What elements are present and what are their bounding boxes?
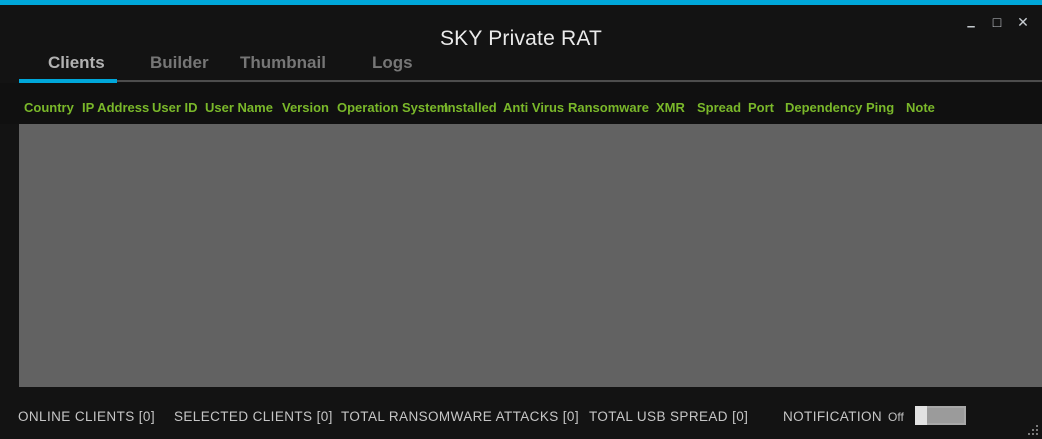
status-selected-clients: SELECTED CLIENTS [0] <box>174 409 333 424</box>
column-header-spread[interactable]: Spread <box>697 100 741 115</box>
tab-logs[interactable]: Logs <box>372 53 413 73</box>
column-header-ping[interactable]: Ping <box>866 100 894 115</box>
title-bar[interactable]: SKY Private RAT – □ ✕ <box>0 5 1042 53</box>
column-header-ip-address[interactable]: IP Address <box>82 100 149 115</box>
tab-strip: Clients Builder Thumbnail Logs <box>0 53 1042 79</box>
status-bar: Off ONLINE CLIENTS [0] SELECTED CLIENTS [… <box>0 387 1042 439</box>
column-header-country[interactable]: Country <box>24 100 74 115</box>
notification-toggle-knob <box>915 406 927 425</box>
tab-thumbnail[interactable]: Thumbnail <box>240 53 326 73</box>
table-header-row: Country IP AddressUser ID User Name Version… <box>0 83 1042 124</box>
window-title: SKY Private RAT <box>0 27 1042 51</box>
tab-clients[interactable]: Clients <box>48 53 105 73</box>
column-header-version[interactable]: Version <box>282 100 329 115</box>
column-header-note[interactable]: Note <box>906 100 935 115</box>
notification-state-label: Off <box>888 410 904 424</box>
close-button[interactable]: ✕ <box>1010 11 1036 33</box>
status-notification: NOTIFICATION <box>783 409 882 424</box>
status-total-ransomware-attacks: TOTAL RANSOMWARE ATTACKS [0] <box>341 409 579 424</box>
column-header-ransomware[interactable]: Ransomware <box>568 100 649 115</box>
column-header-installed[interactable]: Installed <box>444 100 497 115</box>
minimize-button[interactable]: – <box>958 11 984 33</box>
notification-toggle[interactable] <box>915 406 966 425</box>
column-header-dependency[interactable]: Dependency <box>785 100 862 115</box>
column-header-operation-system[interactable]: Operation System <box>337 100 448 115</box>
column-header-user-name[interactable]: User Name <box>205 100 273 115</box>
status-total-usb-spread: TOTAL USB SPREAD [0] <box>589 409 748 424</box>
resize-grip-icon[interactable] <box>1026 423 1038 435</box>
maximize-button[interactable]: □ <box>984 11 1010 33</box>
tab-builder[interactable]: Builder <box>150 53 209 73</box>
column-header-anti-virus[interactable]: Anti Virus <box>503 100 564 115</box>
tab-strip-divider <box>117 80 1042 82</box>
window-controls: – □ ✕ <box>958 11 1036 33</box>
column-header-xmr[interactable]: XMR <box>656 100 685 115</box>
column-header-port[interactable]: Port <box>748 100 774 115</box>
column-header-user-id[interactable]: User ID <box>152 100 198 115</box>
app-window: SKY Private RAT – □ ✕ Clients Builder Thum… <box>0 0 1042 439</box>
client-list-area <box>19 124 1042 387</box>
status-online-clients: ONLINE CLIENTS [0] <box>18 409 155 424</box>
